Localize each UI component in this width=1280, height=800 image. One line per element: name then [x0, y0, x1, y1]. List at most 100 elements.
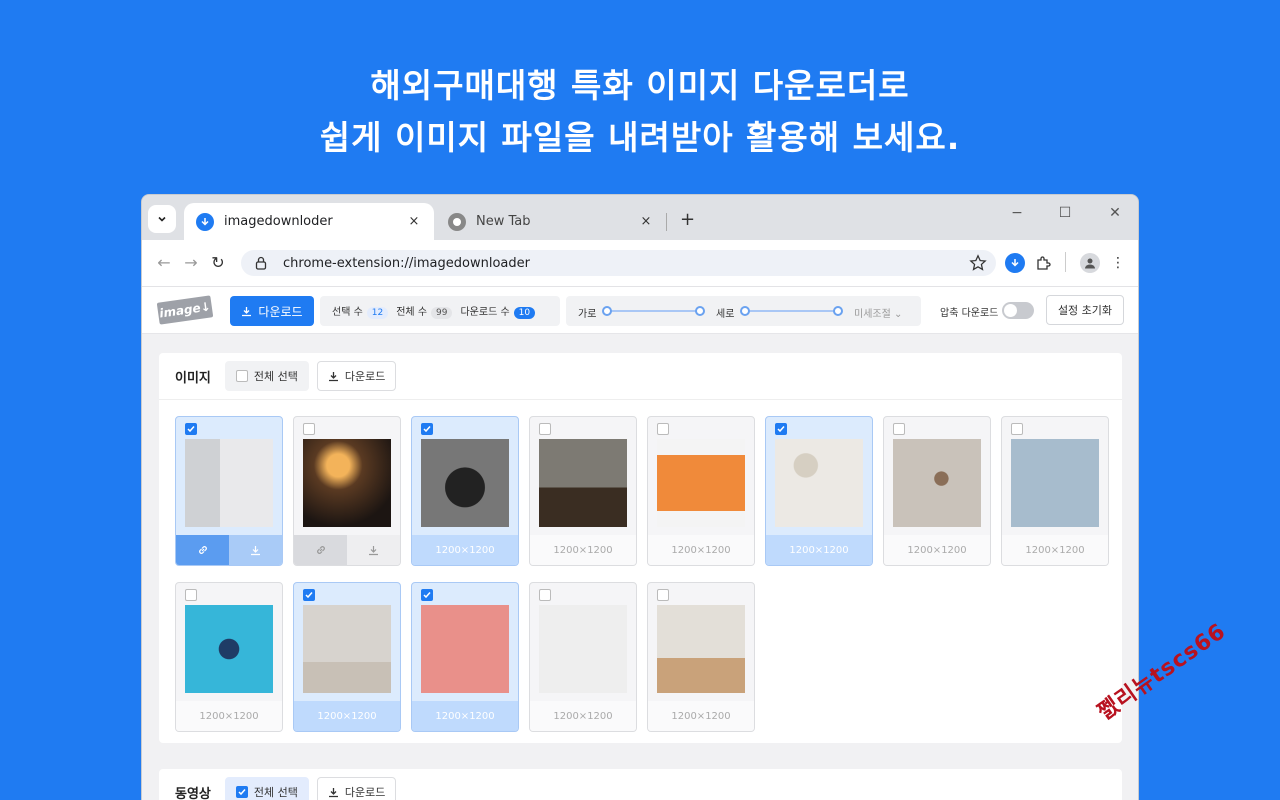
checkbox[interactable] [539, 589, 551, 601]
image-dimensions: 1200×1200 [648, 701, 754, 731]
checkbox-checked[interactable] [421, 589, 433, 601]
tab-imagedownloder[interactable]: imagedownloder × [184, 203, 434, 240]
checkbox-checked[interactable] [303, 589, 315, 601]
image-dimensions: 1200×1200 [530, 701, 636, 731]
checkbox[interactable] [1011, 423, 1023, 435]
pink-shelf-photo [421, 605, 509, 693]
checkbox[interactable] [893, 423, 905, 435]
reset-settings-button[interactable]: 설정 초기화 [1046, 295, 1124, 325]
image-card[interactable]: 1200×1200 [293, 582, 401, 732]
puzzle-icon[interactable] [1033, 253, 1053, 273]
videos-section-header: 동영상 전체 선택 다운로드 [159, 769, 1122, 800]
select-all-images-button[interactable]: 전체 선택 [224, 361, 309, 391]
download-icon [328, 371, 338, 381]
checkbox[interactable] [657, 423, 669, 435]
image-card[interactable]: 1200×1200 [529, 582, 637, 732]
width-slider-min-handle[interactable] [602, 306, 612, 316]
close-icon[interactable]: × [638, 214, 654, 229]
close-icon[interactable]: × [406, 214, 422, 229]
url-text: chrome-extension://imagedownloader [283, 255, 530, 271]
finetune-dropdown[interactable]: 미세조절 ⌄ [854, 305, 902, 320]
side-table-photo [539, 605, 627, 693]
height-slider-min-handle[interactable] [740, 306, 750, 316]
image-card-actions [294, 535, 400, 565]
checkbox[interactable] [657, 589, 669, 601]
height-label: 세로 [716, 309, 735, 320]
app-toolbar: image ↓ 다운로드 선택 수 12 전체 수 99 다운로드 수 10 가로 세로… [142, 287, 1138, 334]
kebab-menu-icon[interactable]: ⋮ [1108, 253, 1128, 273]
download-icon[interactable] [347, 535, 400, 565]
height-slider-max-handle[interactable] [833, 306, 843, 316]
chrome-icon [448, 212, 466, 231]
image-card[interactable]: 1200×1200 [1001, 416, 1109, 566]
download-icon[interactable] [229, 535, 282, 565]
image-card[interactable]: 1200×1200 [529, 416, 637, 566]
image-dimensions: 1200×1200 [884, 535, 990, 565]
image-card[interactable]: 1200×1200 [647, 416, 755, 566]
width-slider-max-handle[interactable] [695, 306, 705, 316]
tab-separator [666, 213, 667, 231]
checkbox-checked[interactable] [421, 423, 433, 435]
select-all-videos-button[interactable]: 전체 선택 [224, 777, 309, 800]
maximize-icon[interactable]: ☐ [1055, 205, 1075, 221]
image-card[interactable]: 1200×1200 [883, 416, 991, 566]
image-dimensions: 1200×1200 [294, 701, 400, 731]
toothbrush-photo [185, 439, 273, 527]
image-dimensions: 1200×1200 [412, 535, 518, 565]
tab-new-tab[interactable]: New Tab × [436, 203, 666, 240]
download-icon [242, 306, 252, 316]
lounge-photo [303, 439, 391, 527]
download-button[interactable]: 다운로드 [230, 296, 314, 326]
forward-icon[interactable]: → [181, 253, 201, 272]
select-all-label: 전체 선택 [253, 370, 298, 383]
checkbox[interactable] [235, 370, 248, 382]
image-dimensions: 1200×1200 [766, 535, 872, 565]
width-slider-track[interactable] [607, 310, 699, 312]
extension-download-icon[interactable] [1005, 253, 1025, 273]
checkbox[interactable] [303, 423, 315, 435]
address-bar[interactable]: chrome-extension://imagedownloader [241, 250, 996, 276]
download-icon [328, 787, 338, 797]
checkbox-checked[interactable] [235, 786, 248, 798]
image-card[interactable]: 1200×1200 [411, 416, 519, 566]
image-card[interactable] [175, 416, 283, 566]
count-summary: 선택 수 12 전체 수 99 다운로드 수 10 [320, 296, 560, 326]
new-tab-button[interactable]: + [680, 209, 695, 230]
extension-page: image ↓ 다운로드 선택 수 12 전체 수 99 다운로드 수 10 가로 세로… [142, 286, 1138, 800]
profile-avatar-icon[interactable] [1080, 253, 1100, 273]
reload-icon[interactable]: ↻ [208, 253, 228, 272]
tab-search-button[interactable] [148, 205, 176, 233]
headline: 해외구매대행 특화 이미지 다운로더로 쉽게 이미지 파일을 내려받아 활용해 … [0, 60, 1280, 164]
image-card[interactable] [293, 416, 401, 566]
compress-download-label: 압축 다운로드 [940, 308, 999, 319]
checkbox[interactable] [539, 423, 551, 435]
tab-strip: imagedownloder × New Tab × + − ☐ ✕ [142, 195, 1138, 240]
mirror-room-photo [893, 439, 981, 527]
checkbox-checked[interactable] [775, 423, 787, 435]
height-slider-track[interactable] [745, 310, 837, 312]
camera-rig-photo [421, 439, 509, 527]
window-close-icon[interactable]: ✕ [1105, 205, 1125, 221]
copy-link-icon[interactable] [294, 535, 347, 565]
checkbox[interactable] [185, 589, 197, 601]
videos-section: 동영상 전체 선택 다운로드 [159, 769, 1122, 800]
download-images-button[interactable]: 다운로드 [316, 361, 397, 391]
section-title: 동영상 [175, 786, 211, 800]
plant-mirror-photo [775, 439, 863, 527]
tab-label: imagedownloder [224, 214, 333, 229]
compress-download-toggle[interactable] [1002, 302, 1034, 319]
minimize-icon[interactable]: − [1007, 205, 1027, 221]
image-card[interactable]: 1200×1200 [411, 582, 519, 732]
chevron-down-icon: ⌄ [894, 309, 903, 320]
image-card[interactable]: 1200×1200 [765, 416, 873, 566]
image-card[interactable]: 1200×1200 [175, 582, 283, 732]
checkbox-checked[interactable] [185, 423, 197, 435]
download-button-label: 다운로드 [258, 304, 303, 319]
select-all-label: 전체 선택 [253, 786, 298, 799]
download-videos-button[interactable]: 다운로드 [316, 777, 397, 800]
image-card[interactable]: 1200×1200 [647, 582, 755, 732]
download-icon [196, 212, 214, 231]
copy-link-icon[interactable] [176, 535, 229, 565]
back-icon[interactable]: ← [154, 253, 174, 272]
bookmark-star-icon[interactable] [968, 253, 988, 273]
